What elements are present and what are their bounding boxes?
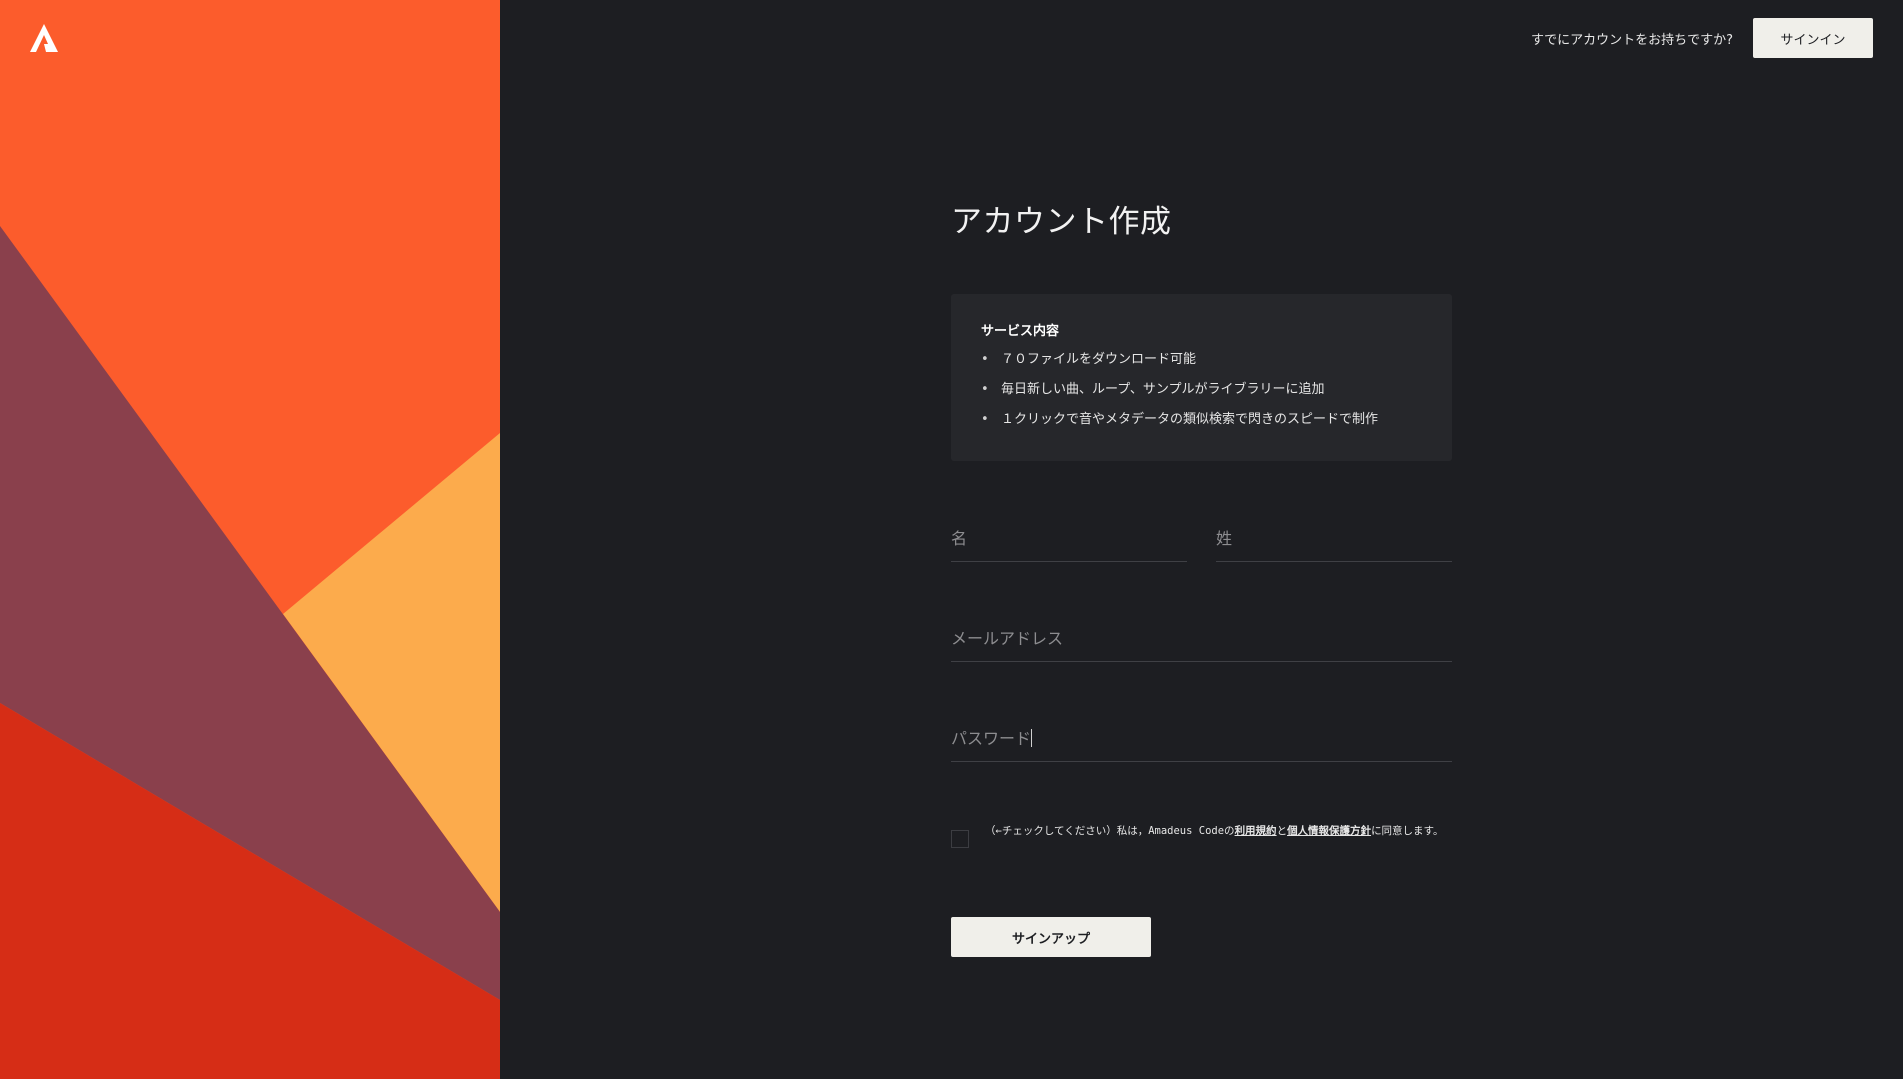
service-item-text: ７０ファイルをダウンロード可能 bbox=[1001, 352, 1197, 367]
signup-button[interactable]: サインアップ bbox=[951, 917, 1151, 957]
have-account-prompt: すでにアカウントをお持ちですか? bbox=[1530, 32, 1733, 48]
brand-art-panel bbox=[0, 0, 500, 1079]
consent-text: （←チェックしてください）私は，Amadeus Codeの利用規約と個人情報保護… bbox=[985, 822, 1444, 840]
email-field bbox=[951, 615, 1452, 662]
service-item: • １クリックで音やメタデータの類似検索で閃きのスピードで制作 bbox=[981, 411, 1422, 441]
password-field bbox=[951, 715, 1452, 762]
last-name-field bbox=[1216, 515, 1452, 562]
amadeus-code-logo-icon[interactable] bbox=[28, 22, 60, 54]
password-input[interactable] bbox=[951, 715, 1452, 761]
signup-panel: すでにアカウントをお持ちですか? サインイン アカウント作成 サービス内容 • ７… bbox=[500, 0, 1903, 1079]
bullet-icon: • bbox=[981, 352, 989, 367]
consent-and: と bbox=[1276, 825, 1288, 837]
service-info-box: サービス内容 • ７０ファイルをダウンロード可能 • 毎日新しい曲、ループ、サンプル… bbox=[951, 294, 1452, 461]
email-input[interactable] bbox=[951, 615, 1452, 661]
text-caret bbox=[1031, 729, 1032, 747]
service-item: • 毎日新しい曲、ループ、サンプルがライブラリーに追加 bbox=[981, 381, 1422, 411]
service-list: • ７０ファイルをダウンロード可能 • 毎日新しい曲、ループ、サンプルがライブラリー… bbox=[981, 351, 1422, 441]
service-title: サービス内容 bbox=[981, 324, 1060, 339]
bullet-icon: • bbox=[981, 412, 989, 427]
first-name-field bbox=[951, 515, 1187, 562]
brand-art-illustration bbox=[0, 0, 500, 1079]
page-title: アカウント作成 bbox=[951, 204, 1172, 240]
signin-button[interactable]: サインイン bbox=[1753, 18, 1873, 58]
terms-link[interactable]: 利用規約 bbox=[1235, 825, 1277, 837]
service-item: • ７０ファイルをダウンロード可能 bbox=[981, 351, 1422, 381]
service-item-text: 毎日新しい曲、ループ、サンプルがライブラリーに追加 bbox=[1001, 382, 1325, 397]
first-name-input[interactable] bbox=[951, 515, 1187, 561]
bullet-icon: • bbox=[981, 382, 989, 397]
top-bar: すでにアカウントをお持ちですか? サインイン bbox=[1531, 18, 1873, 58]
last-name-input[interactable] bbox=[1216, 515, 1452, 561]
consent-suffix: に同意します。 bbox=[1371, 825, 1444, 837]
service-item-text: １クリックで音やメタデータの類似検索で閃きのスピードで制作 bbox=[1001, 412, 1379, 427]
consent-checkbox[interactable] bbox=[951, 830, 969, 848]
consent-prefix: （←チェックしてください）私は，Amadeus Codeの bbox=[985, 825, 1235, 837]
consent-row: （←チェックしてください）私は，Amadeus Codeの利用規約と個人情報保護… bbox=[951, 822, 1452, 848]
privacy-policy-link[interactable]: 個人情報保護方針 bbox=[1287, 825, 1371, 837]
